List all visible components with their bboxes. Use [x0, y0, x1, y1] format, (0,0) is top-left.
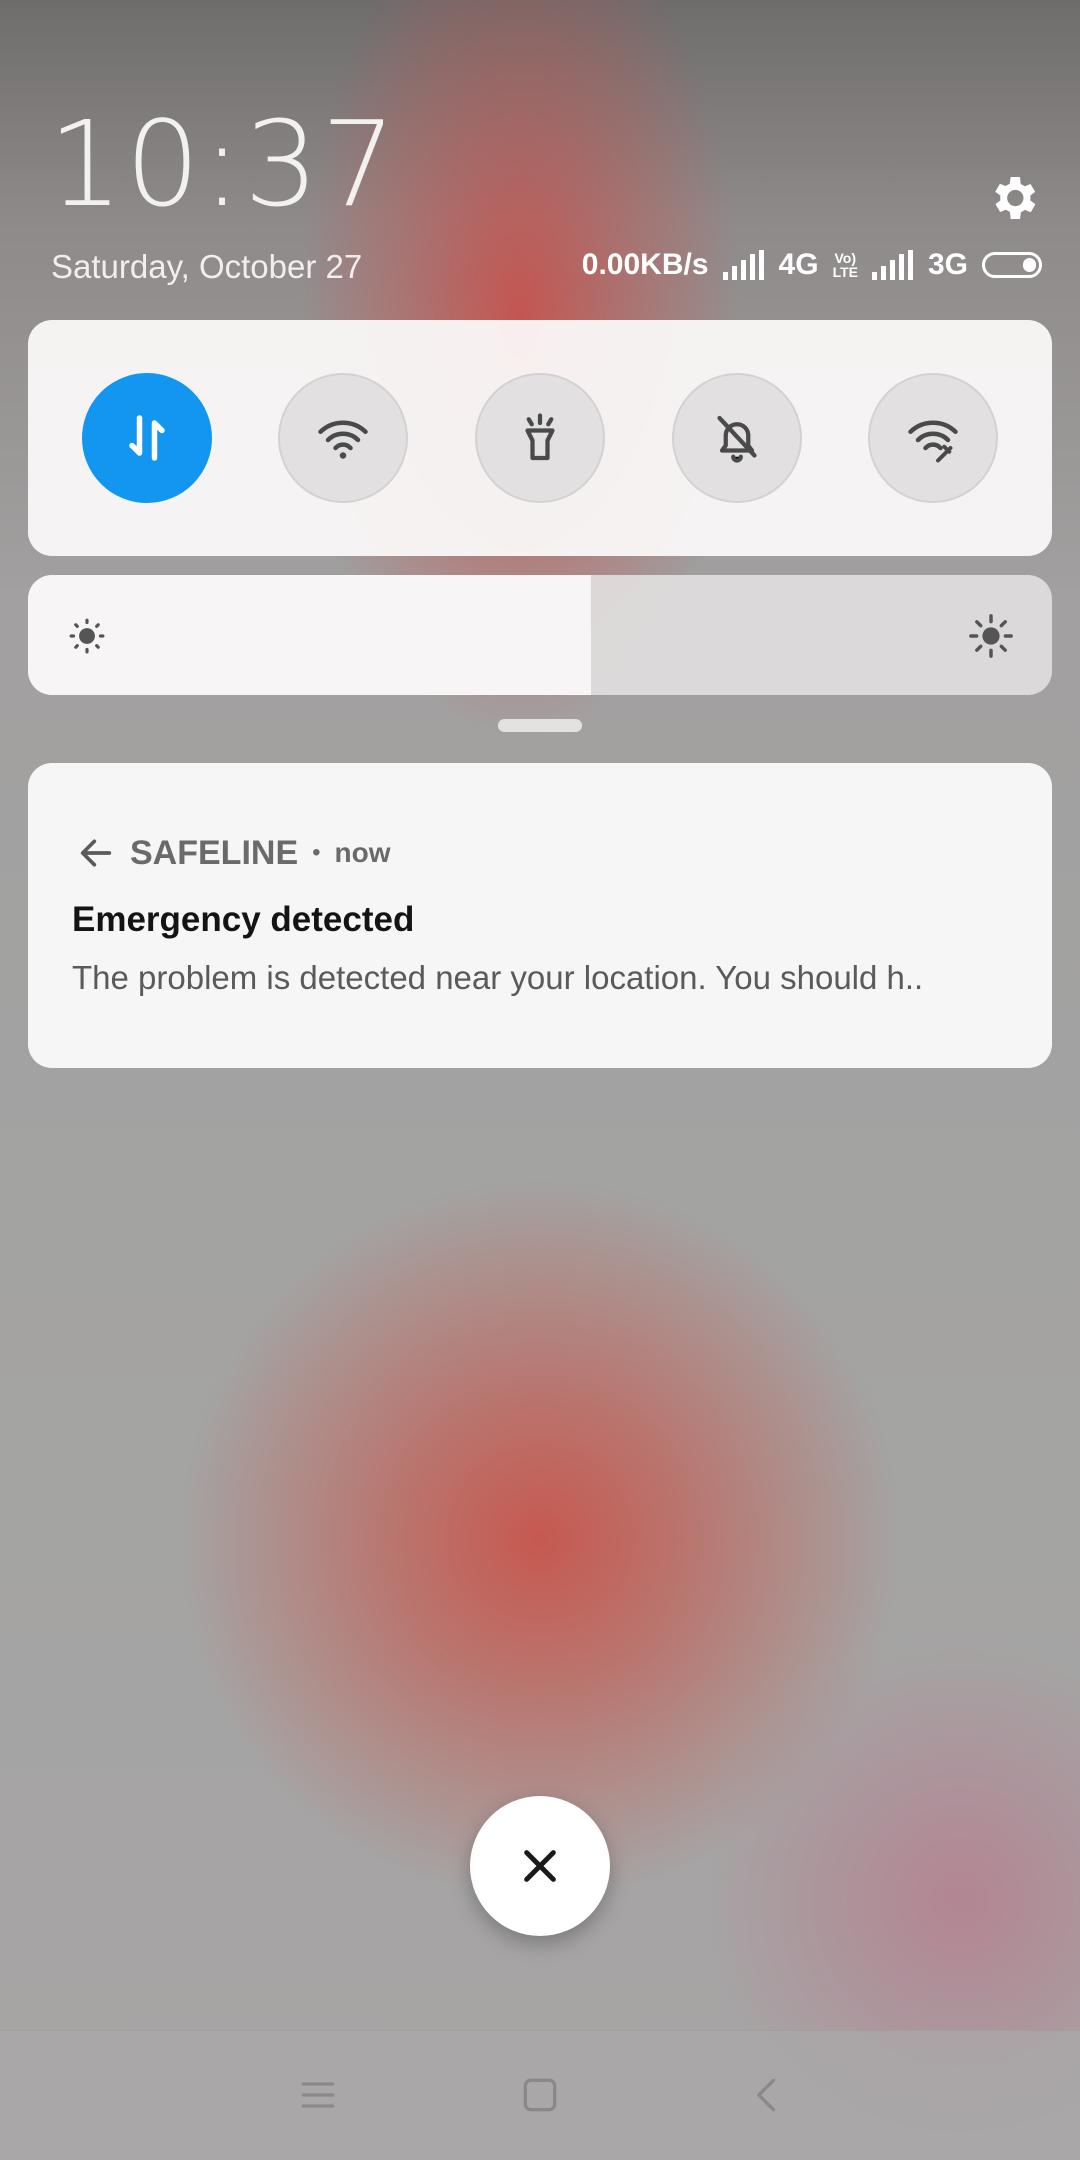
notification-header: SAFELINE • now: [76, 833, 391, 873]
wifi-toggle[interactable]: [278, 373, 408, 503]
hotspot-toggle[interactable]: [868, 373, 998, 503]
quick-toggles-panel: [28, 320, 1052, 556]
bell-off-icon: [717, 415, 757, 463]
home-icon[interactable]: [518, 2073, 562, 2117]
flashlight-toggle[interactable]: [475, 373, 605, 503]
brightness-slider[interactable]: [28, 575, 1052, 695]
back-arrow-icon[interactable]: [76, 833, 116, 873]
separator: •: [312, 839, 321, 866]
app-name: SAFELINE: [130, 833, 299, 872]
back-icon[interactable]: [746, 2073, 790, 2117]
brightness-level: [28, 575, 592, 695]
volte-bottom: LTE: [832, 264, 858, 280]
clear-all-button[interactable]: [470, 1796, 610, 1936]
menu-icon[interactable]: [296, 2073, 340, 2117]
navigation-bar: [0, 2030, 1080, 2160]
signal-icon: [871, 250, 913, 280]
net-speed: 0.00KB/s: [581, 248, 709, 281]
brightness-high-icon: [969, 614, 1013, 658]
silent-toggle[interactable]: [672, 373, 802, 503]
mobile-data-toggle[interactable]: [82, 373, 212, 503]
wifi-icon: [318, 420, 368, 459]
notification-shade: 10:37 Saturday, October 27 0.00KB/s 4G V…: [0, 0, 1080, 2160]
notification-title: Emergency detected: [72, 900, 415, 939]
volte-icon: Vo) LTE: [833, 251, 858, 279]
hotspot-icon: [908, 420, 958, 463]
drag-handle[interactable]: [498, 719, 582, 732]
close-icon: [524, 1850, 556, 1882]
notification-card[interactable]: SAFELINE • now Emergency detected The pr…: [28, 763, 1052, 1068]
flashlight-icon: [525, 413, 555, 461]
data-arrows-icon: [129, 415, 165, 461]
notification-time: now: [334, 837, 391, 868]
brightness-low-icon: [69, 618, 105, 654]
network-type-2: 3G: [927, 248, 968, 281]
notification-body: The problem is detected near your locati…: [72, 959, 924, 996]
signal-icon: [722, 250, 764, 280]
battery-icon: [982, 252, 1042, 278]
network-type-1: 4G: [778, 248, 819, 281]
date-label[interactable]: Saturday, October 27: [51, 248, 362, 286]
clock[interactable]: 10:37: [48, 105, 398, 223]
gear-icon[interactable]: [985, 170, 1041, 226]
status-bar: 0.00KB/s 4G Vo) LTE 3G: [582, 248, 1042, 282]
